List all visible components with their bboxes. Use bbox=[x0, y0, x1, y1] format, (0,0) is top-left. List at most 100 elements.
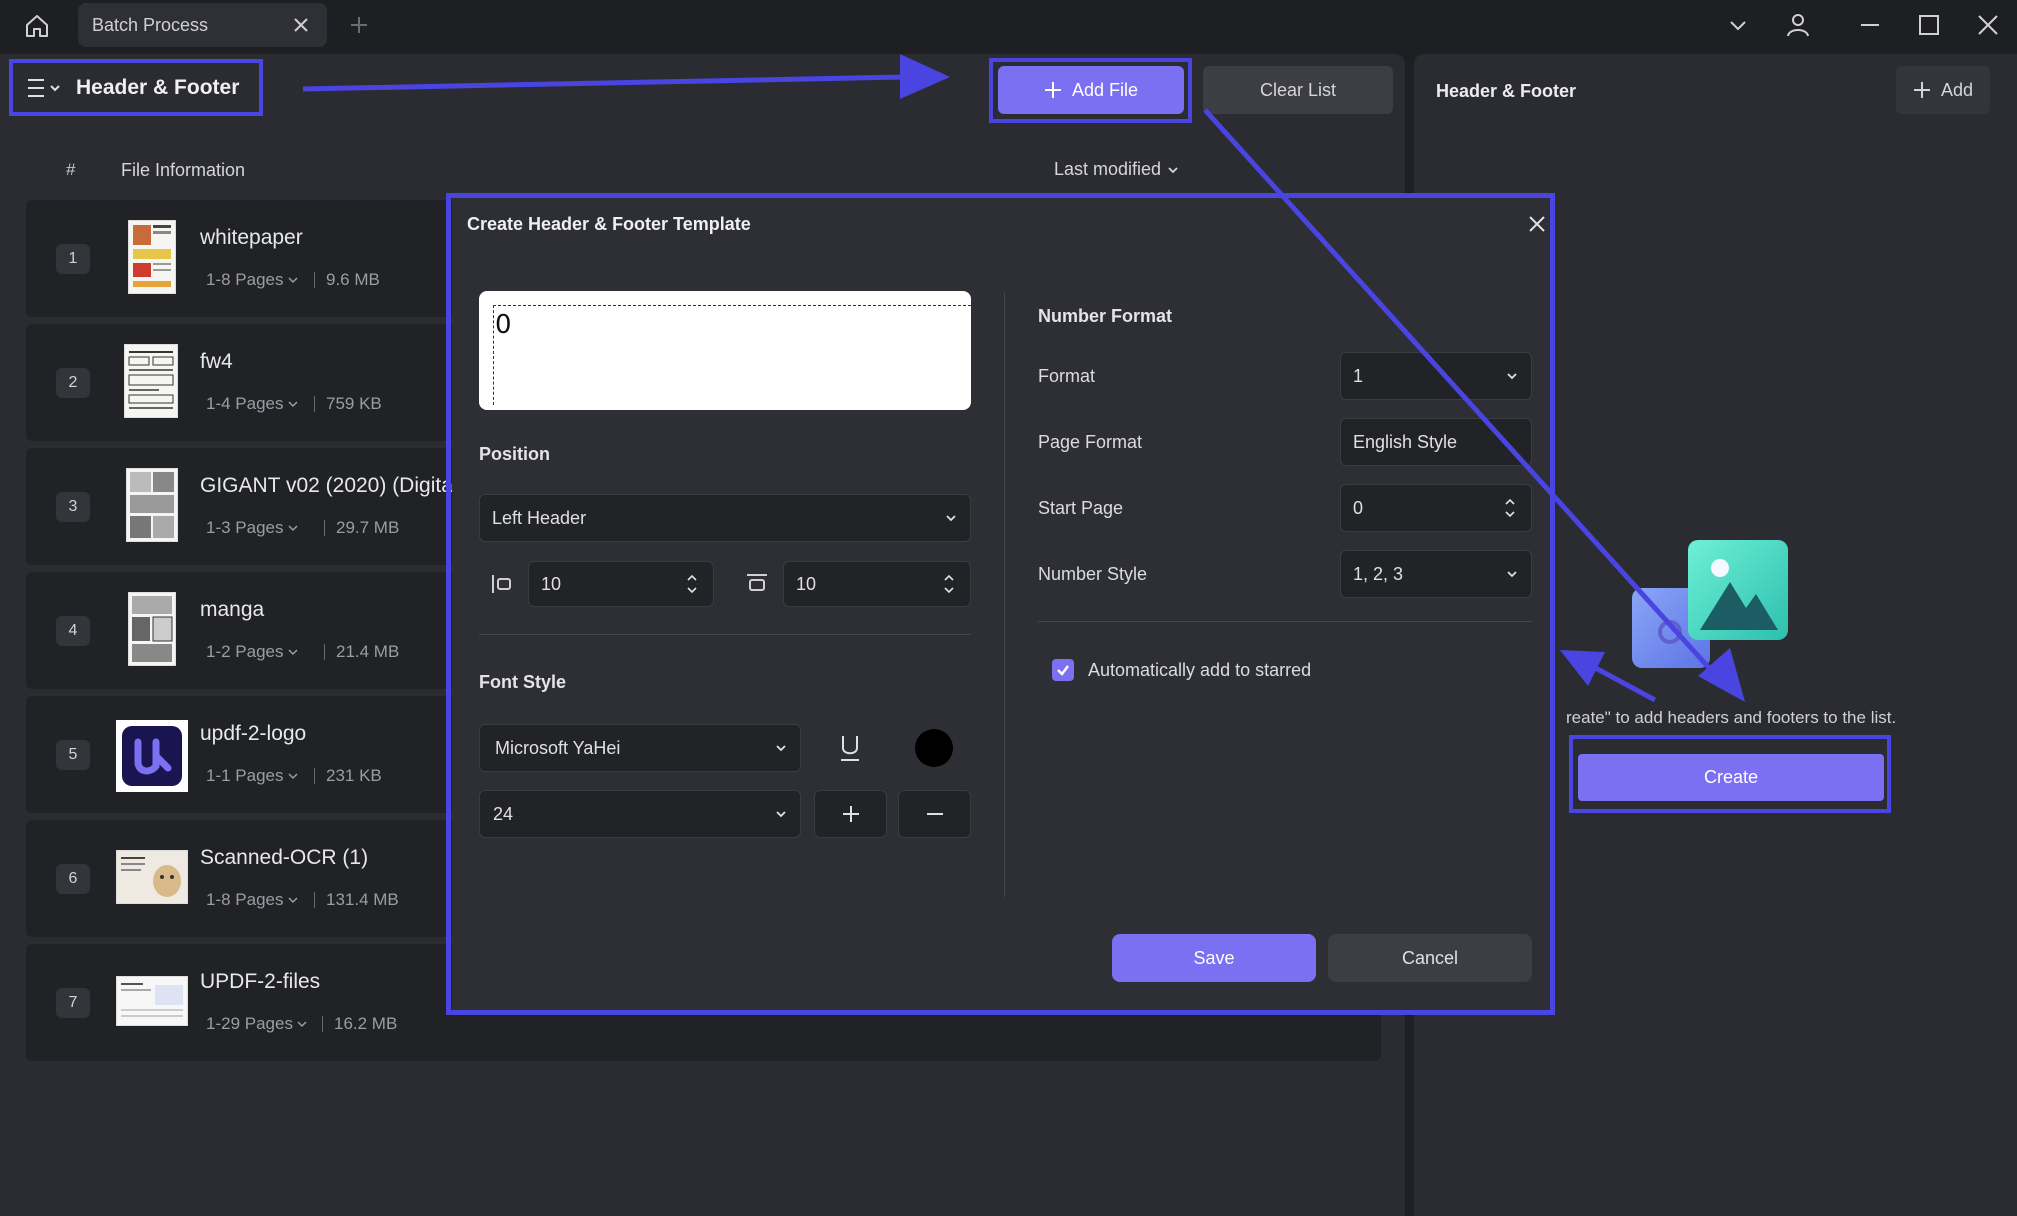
page-range: 1-3 Pages bbox=[206, 518, 284, 537]
home-icon[interactable] bbox=[16, 8, 58, 44]
close-window-icon[interactable] bbox=[1968, 8, 2008, 42]
page-range-dropdown[interactable]: 1-8 Pages bbox=[206, 890, 298, 910]
divider bbox=[1004, 292, 1005, 897]
page-range-dropdown[interactable]: 1-29 Pages bbox=[206, 1014, 307, 1034]
page-range: 1-8 Pages bbox=[206, 270, 284, 289]
chevron-down-icon bbox=[287, 277, 298, 284]
number-style-value: 1, 2, 3 bbox=[1353, 563, 1404, 584]
file-size: 131.4 MB bbox=[326, 890, 399, 909]
checkmark-icon bbox=[1057, 665, 1069, 676]
position-label: Position bbox=[479, 444, 550, 464]
file-thumbnail bbox=[128, 220, 176, 294]
auto-star-checkbox[interactable] bbox=[1052, 659, 1074, 681]
font-family-select[interactable]: Microsoft YaHei bbox=[479, 724, 801, 772]
page-range-dropdown[interactable]: 1-4 Pages bbox=[206, 394, 298, 414]
underline-icon[interactable] bbox=[836, 730, 864, 766]
close-icon[interactable] bbox=[1523, 210, 1551, 238]
page-range: 1-29 Pages bbox=[206, 1014, 293, 1033]
stepper-icon[interactable] bbox=[1501, 497, 1519, 519]
clear-list-button[interactable]: Clear List bbox=[1203, 66, 1393, 114]
chevron-down-icon bbox=[287, 897, 298, 904]
start-page-input[interactable]: 0 bbox=[1340, 484, 1532, 532]
close-tab-icon[interactable] bbox=[289, 13, 313, 37]
divider bbox=[1038, 621, 1532, 622]
plus-icon bbox=[1044, 82, 1061, 98]
chevron-down-icon bbox=[774, 741, 788, 755]
page-format-select[interactable]: English Style bbox=[1340, 418, 1532, 466]
file-name: Scanned-OCR (1) bbox=[200, 846, 369, 869]
top-margin-value: 10 bbox=[796, 573, 817, 594]
file-name: updf-2-logo bbox=[200, 722, 307, 745]
maximize-icon[interactable] bbox=[1909, 8, 1949, 42]
left-margin-input[interactable]: 10 bbox=[528, 561, 714, 607]
page-range-dropdown[interactable]: 1-1 Pages bbox=[206, 766, 298, 786]
save-button[interactable]: Save bbox=[1112, 934, 1316, 982]
create-template-button[interactable]: Create bbox=[1578, 754, 1884, 801]
stepper-icon[interactable] bbox=[940, 573, 958, 595]
position-select[interactable]: Left Header bbox=[479, 494, 971, 542]
template-preview bbox=[479, 291, 971, 410]
divider bbox=[314, 396, 315, 412]
file-name: manga bbox=[200, 598, 265, 621]
font-family-value: Microsoft YaHei bbox=[495, 737, 621, 758]
chevron-down-icon bbox=[297, 1021, 307, 1028]
page-format-value: English Style bbox=[1353, 431, 1458, 452]
format-select[interactable]: 1 bbox=[1340, 352, 1532, 400]
start-page-value: 0 bbox=[1353, 497, 1364, 518]
increase-size-button[interactable] bbox=[814, 790, 887, 838]
font-color-swatch[interactable] bbox=[915, 729, 953, 767]
format-label: Format bbox=[1038, 366, 1096, 386]
left-margin-icon bbox=[490, 572, 514, 596]
file-name: fw4 bbox=[200, 350, 233, 373]
add-template-button[interactable]: Add bbox=[1896, 66, 1990, 114]
file-thumbnail bbox=[124, 344, 178, 418]
file-name: GIGANT v02 (2020) (Digita bbox=[200, 474, 453, 497]
empty-state-illustration bbox=[1630, 538, 1790, 673]
new-tab-icon[interactable] bbox=[344, 10, 374, 40]
chevron-down-icon bbox=[1505, 567, 1519, 581]
divider bbox=[324, 644, 325, 660]
sort-dropdown[interactable]: Last modified bbox=[1054, 159, 1179, 180]
sort-label: Last modified bbox=[1054, 159, 1162, 179]
page-range: 1-2 Pages bbox=[206, 642, 284, 661]
page-range: 1-8 Pages bbox=[206, 890, 284, 909]
page-range-dropdown[interactable]: 1-8 Pages bbox=[206, 270, 298, 290]
chevron-down-icon bbox=[1505, 369, 1519, 383]
page-range-dropdown[interactable]: 1-2 Pages bbox=[206, 642, 298, 662]
file-thumbnail bbox=[128, 592, 176, 666]
top-margin-input[interactable]: 10 bbox=[783, 561, 971, 607]
menu-icon[interactable] bbox=[26, 77, 62, 99]
left-margin-value: 10 bbox=[541, 573, 562, 594]
divider bbox=[322, 1016, 323, 1032]
chevron-down-icon bbox=[287, 401, 298, 408]
row-number: 6 bbox=[56, 864, 90, 894]
template-panel-title: Header & Footer bbox=[1436, 81, 1577, 101]
mode-menu[interactable]: Header & Footer bbox=[9, 59, 263, 116]
preview-margin-guide bbox=[493, 305, 971, 306]
number-style-select[interactable]: 1, 2, 3 bbox=[1340, 550, 1532, 598]
stepper-icon[interactable] bbox=[683, 573, 701, 595]
decrease-size-button[interactable] bbox=[898, 790, 971, 838]
file-thumbnail bbox=[116, 850, 188, 904]
plus-icon bbox=[1913, 82, 1930, 98]
page-range-dropdown[interactable]: 1-3 Pages bbox=[206, 518, 298, 538]
chevron-down-icon[interactable] bbox=[1718, 8, 1758, 42]
file-name: whitepaper bbox=[200, 226, 303, 249]
user-icon[interactable] bbox=[1778, 8, 1818, 42]
auto-star-label: Automatically add to starred bbox=[1088, 660, 1312, 680]
minus-icon bbox=[926, 813, 943, 815]
divider bbox=[314, 892, 315, 908]
preview-margin-guide bbox=[493, 305, 494, 405]
chevron-down-icon bbox=[287, 773, 298, 780]
font-style-label: Font Style bbox=[479, 672, 567, 692]
tab-batch-process[interactable]: Batch Process bbox=[78, 3, 327, 47]
mode-title: Header & Footer bbox=[76, 75, 240, 99]
add-file-button[interactable]: Add File bbox=[998, 66, 1184, 114]
start-page-label: Start Page bbox=[1038, 498, 1124, 518]
page-format-label: Page Format bbox=[1038, 432, 1143, 452]
minimize-icon[interactable] bbox=[1850, 8, 1890, 42]
preview-page-number: 0 bbox=[495, 310, 512, 340]
font-size-select[interactable]: 24 bbox=[479, 790, 801, 838]
cancel-button[interactable]: Cancel bbox=[1328, 934, 1532, 982]
divider bbox=[314, 272, 315, 288]
